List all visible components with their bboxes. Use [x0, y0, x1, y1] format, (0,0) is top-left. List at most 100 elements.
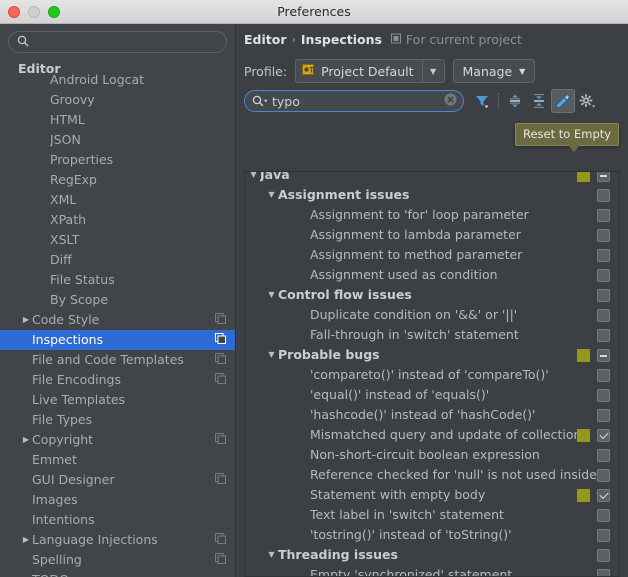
sidebar-item-file-encodings[interactable]: File Encodings	[0, 370, 235, 390]
inspection-row[interactable]: Empty 'synchronized' statement	[245, 565, 619, 576]
copy-settings-icon[interactable]	[215, 370, 227, 390]
sidebar-item-xslt[interactable]: XSLT	[0, 230, 235, 250]
sidebar-item-live-templates[interactable]: Live Templates	[0, 390, 235, 410]
inspection-enabled-checkbox[interactable]	[597, 429, 610, 442]
inspection-enabled-checkbox[interactable]	[597, 529, 610, 542]
inspection-row[interactable]: Mismatched query and update of collectio…	[245, 425, 619, 445]
inspection-row[interactable]: ▼ Control flow issues	[245, 285, 619, 305]
filter-icon[interactable]	[470, 89, 494, 113]
copy-settings-icon[interactable]	[215, 430, 227, 450]
sidebar-item-xpath[interactable]: XPath	[0, 210, 235, 230]
sidebar-item-gui-designer[interactable]: GUI Designer	[0, 470, 235, 490]
severity-swatch[interactable]	[577, 172, 590, 182]
inspection-row[interactable]: Statement with empty body	[245, 485, 619, 505]
inspection-row[interactable]: 'hashcode()' instead of 'hashCode()'	[245, 405, 619, 425]
inspection-enabled-checkbox[interactable]	[597, 269, 610, 282]
inspection-row[interactable]: Assignment to method parameter	[245, 245, 619, 265]
clear-circle-icon[interactable]	[444, 93, 457, 109]
inspection-enabled-checkbox[interactable]	[597, 489, 610, 502]
inspection-row[interactable]: Non-short-circuit boolean expression	[245, 445, 619, 465]
inspection-row[interactable]: ▼ Threading issues	[245, 545, 619, 565]
inspection-enabled-checkbox[interactable]	[597, 349, 610, 362]
inspection-row[interactable]: 'tostring()' instead of 'toString()'	[245, 525, 619, 545]
severity-swatch[interactable]	[577, 489, 590, 502]
inspection-enabled-checkbox[interactable]	[597, 289, 610, 302]
inspection-search-box[interactable]: typo	[244, 90, 464, 112]
chevron-down-icon[interactable]: ▼	[265, 285, 278, 305]
inspection-row[interactable]: Fall-through in 'switch' statement	[245, 325, 619, 345]
chevron-down-icon[interactable]: ▼	[265, 185, 278, 205]
collapse-all-icon[interactable]	[527, 89, 551, 113]
inspection-row[interactable]: Text label in 'switch' statement	[245, 505, 619, 525]
inspection-enabled-checkbox[interactable]	[597, 209, 610, 222]
inspection-row[interactable]: ▼ Probable bugs	[245, 345, 619, 365]
inspection-enabled-checkbox[interactable]	[597, 509, 610, 522]
manage-button[interactable]: Manage ▼	[452, 59, 536, 83]
sidebar-item-xml[interactable]: XML	[0, 190, 235, 210]
settings-gear-icon[interactable]	[575, 89, 599, 113]
inspection-row[interactable]: Reference checked for 'null' is not used…	[245, 465, 619, 485]
expand-all-icon[interactable]	[503, 89, 527, 113]
inspection-enabled-checkbox[interactable]	[597, 309, 610, 322]
chevron-right-icon[interactable]: ▶	[20, 530, 32, 550]
search-icon[interactable]	[252, 95, 269, 107]
severity-swatch[interactable]	[577, 429, 590, 442]
copy-settings-icon[interactable]	[215, 350, 227, 370]
inspection-row[interactable]: ▼ Assignment issues	[245, 185, 619, 205]
inspection-enabled-checkbox[interactable]	[597, 449, 610, 462]
inspection-enabled-checkbox[interactable]	[597, 329, 610, 342]
copy-settings-icon[interactable]	[215, 330, 227, 350]
inspection-row[interactable]: Duplicate condition on '&&' or '||'	[245, 305, 619, 325]
inspection-enabled-checkbox[interactable]	[597, 249, 610, 262]
sidebar-item-by-scope[interactable]: By Scope	[0, 290, 235, 310]
chevron-right-icon[interactable]: ▶	[20, 310, 32, 330]
copy-settings-icon[interactable]	[215, 470, 227, 490]
chevron-down-icon[interactable]: ▼	[265, 545, 278, 565]
inspection-row[interactable]: ▼ Java	[245, 172, 619, 185]
sidebar-search-box[interactable]	[8, 31, 227, 53]
reset-to-empty-icon[interactable]	[551, 89, 575, 113]
copy-settings-icon[interactable]	[215, 530, 227, 550]
chevron-down-icon[interactable]: ▼	[247, 172, 260, 185]
inspection-enabled-checkbox[interactable]	[597, 389, 610, 402]
sidebar-item-regexp[interactable]: RegExp	[0, 170, 235, 190]
sidebar-item-groovy[interactable]: Groovy	[0, 90, 235, 110]
sidebar-item-images[interactable]: Images	[0, 490, 235, 510]
sidebar-item-language-injections[interactable]: ▶ Language Injections	[0, 530, 235, 550]
inspection-enabled-checkbox[interactable]	[597, 369, 610, 382]
sidebar-item-emmet[interactable]: Emmet	[0, 450, 235, 470]
inspection-enabled-checkbox[interactable]	[597, 172, 610, 182]
sidebar-item-diff[interactable]: Diff	[0, 250, 235, 270]
sidebar-item-copyright[interactable]: ▶ Copyright	[0, 430, 235, 450]
sidebar-item-json[interactable]: JSON	[0, 130, 235, 150]
sidebar-item-intentions[interactable]: Intentions	[0, 510, 235, 530]
inspection-row[interactable]: 'compareto()' instead of 'compareTo()'	[245, 365, 619, 385]
sidebar-item-properties[interactable]: Properties	[0, 150, 235, 170]
copy-settings-icon[interactable]	[215, 310, 227, 330]
sidebar-item-spelling[interactable]: Spelling	[0, 550, 235, 570]
inspection-row[interactable]: Assignment to 'for' loop parameter	[245, 205, 619, 225]
chevron-down-icon[interactable]: ▼	[265, 345, 278, 365]
chevron-right-icon[interactable]: ▶	[20, 430, 32, 450]
inspection-enabled-checkbox[interactable]	[597, 569, 610, 576]
inspection-row[interactable]: Assignment to lambda parameter	[245, 225, 619, 245]
chevron-down-icon[interactable]: ▼	[421, 60, 444, 82]
severity-swatch[interactable]	[577, 349, 590, 362]
inspection-enabled-checkbox[interactable]	[597, 409, 610, 422]
inspection-enabled-checkbox[interactable]	[597, 189, 610, 202]
copy-settings-icon[interactable]	[215, 550, 227, 570]
sidebar-item-html[interactable]: HTML	[0, 110, 235, 130]
sidebar-item-file-and-code-templates[interactable]: File and Code Templates	[0, 350, 235, 370]
inspection-row[interactable]: 'equal()' instead of 'equals()'	[245, 385, 619, 405]
inspection-enabled-checkbox[interactable]	[597, 549, 610, 562]
sidebar-search-input[interactable]	[34, 35, 218, 49]
inspection-enabled-checkbox[interactable]	[597, 229, 610, 242]
inspection-enabled-checkbox[interactable]	[597, 469, 610, 482]
profile-combobox[interactable]: Project Default ▼	[295, 59, 445, 83]
sidebar-item-todo[interactable]: TODO	[0, 570, 235, 577]
sidebar-item-inspections[interactable]: Inspections	[0, 330, 235, 350]
sidebar-item-code-style[interactable]: ▶ Code Style	[0, 310, 235, 330]
sidebar-item-file-types[interactable]: File Types	[0, 410, 235, 430]
sidebar-item-file-status[interactable]: File Status	[0, 270, 235, 290]
inspection-row[interactable]: Assignment used as condition	[245, 265, 619, 285]
